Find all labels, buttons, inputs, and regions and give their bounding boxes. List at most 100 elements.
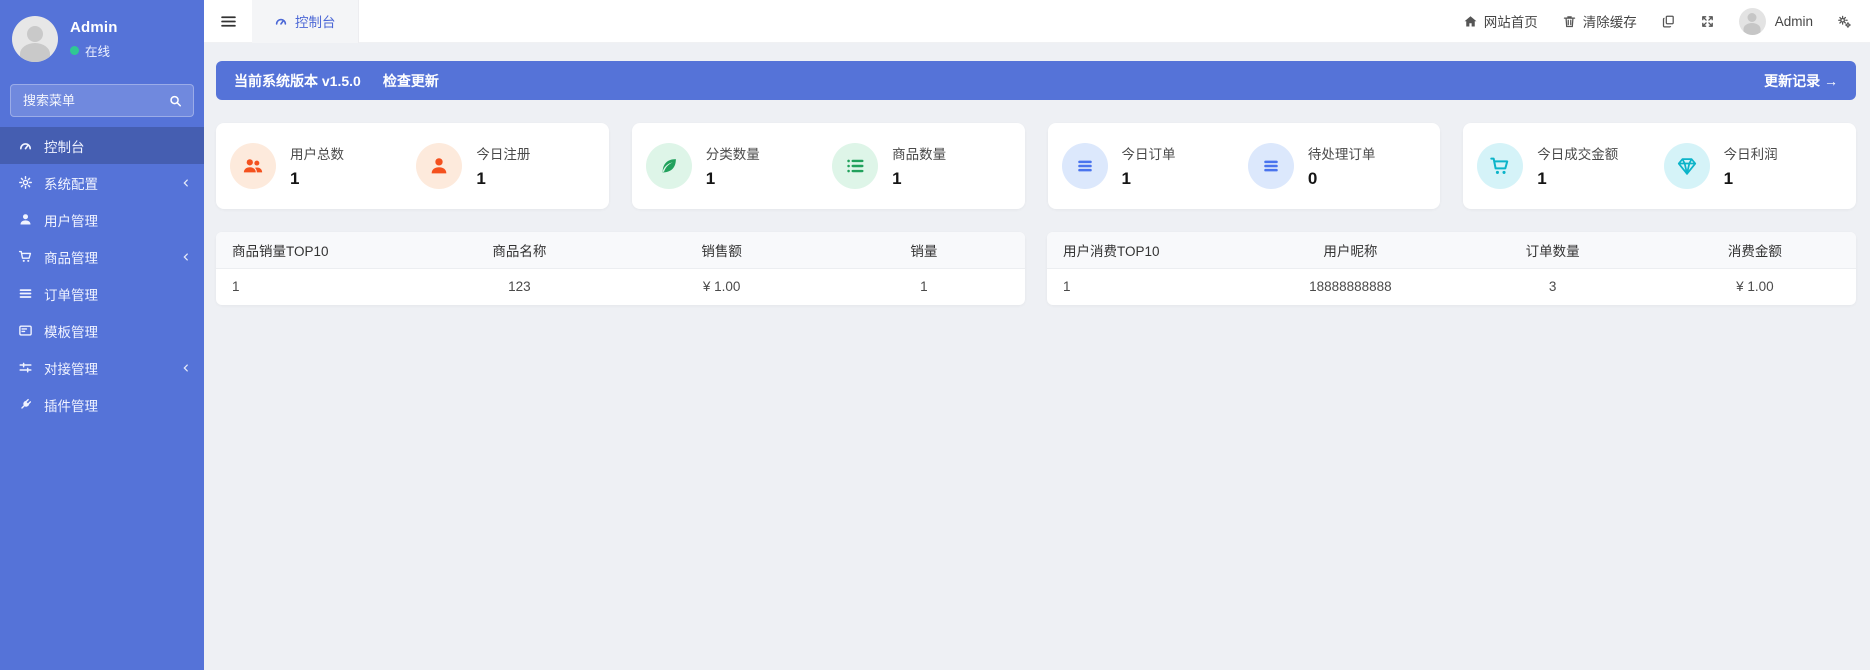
cell-sales-count: 1 bbox=[920, 279, 928, 295]
stat-today-orders: 今日订单 1 bbox=[1061, 143, 1248, 189]
table-row: 1 18888888888 3 ¥ 1.00 bbox=[1047, 268, 1856, 305]
sidebar-item-label: 商品管理 bbox=[44, 250, 98, 266]
stat-today-profit: 今日利润 1 bbox=[1663, 143, 1850, 189]
user-icon bbox=[416, 143, 463, 189]
clear-cache-label: 清除缓存 bbox=[1582, 15, 1637, 30]
stat-label: 今日订单 bbox=[1121, 147, 1176, 162]
column-header: 消费金额 bbox=[1653, 232, 1856, 269]
list-icon bbox=[18, 286, 33, 301]
stat-value: 0 bbox=[1307, 169, 1318, 188]
stat-category-count: 分类数量 1 bbox=[645, 143, 832, 189]
stat-value: 1 bbox=[1121, 169, 1131, 188]
top-navbar: 控制台 网站首页 清除缓存 Admin bbox=[204, 0, 1870, 43]
search-icon[interactable] bbox=[168, 93, 183, 108]
sidebar-item-user-management[interactable]: 用户管理 bbox=[0, 201, 204, 238]
profile-name: Admin bbox=[70, 18, 118, 36]
column-header: 销售额 bbox=[620, 232, 823, 269]
online-status: 在线 bbox=[70, 41, 118, 60]
sidebar-item-product-management[interactable]: 商品管理 bbox=[0, 238, 204, 275]
site-home-label: 网站首页 bbox=[1483, 15, 1538, 30]
stat-card-users: 用户总数 1 今日注册 1 bbox=[216, 123, 609, 209]
changelog-link[interactable]: 更新记录 → bbox=[1764, 71, 1838, 91]
stat-card-revenue: 今日成交金额 1 今日利润 1 bbox=[1463, 123, 1856, 209]
stat-today-turnover: 今日成交金额 1 bbox=[1477, 143, 1663, 189]
sidebar-item-system-config[interactable]: 系统配置 bbox=[0, 164, 204, 201]
hamburger-menu-icon[interactable] bbox=[204, 0, 252, 43]
menu-lines-icon bbox=[1061, 143, 1108, 189]
site-home-link[interactable]: 网站首页 bbox=[1463, 11, 1538, 31]
sidebar: Admin 在线 控制台 bbox=[0, 0, 204, 670]
main-content: 当前系统版本 v1.5.0 检查更新 更新记录 → 用户总数 1 今日注册 1 … bbox=[204, 43, 1870, 670]
chevron-left-icon bbox=[181, 252, 191, 262]
sidebar-menu: 控制台 系统配置 用户管理 商品管理 订单管理 模板管理 对接管理 插件管理 bbox=[0, 127, 204, 423]
stat-card-orders: 今日订单 1 待处理订单 0 bbox=[1047, 123, 1441, 209]
stat-pending-orders: 待处理订单 0 bbox=[1247, 143, 1434, 189]
chevron-left-icon bbox=[181, 363, 191, 373]
cell-spend-amount: ¥ 1.00 bbox=[1736, 279, 1774, 295]
stat-label: 用户总数 bbox=[290, 147, 344, 162]
stat-value: 1 bbox=[892, 169, 902, 188]
sidebar-item-template-management[interactable]: 模板管理 bbox=[0, 312, 204, 349]
check-update-link[interactable]: 检查更新 bbox=[383, 71, 439, 91]
sidebar-item-plugin-management[interactable]: 插件管理 bbox=[0, 386, 204, 423]
dashboard-icon bbox=[18, 138, 33, 153]
stat-label: 今日注册 bbox=[476, 147, 531, 162]
sliders-icon bbox=[18, 360, 33, 375]
sidebar-item-label: 订单管理 bbox=[44, 287, 98, 303]
sidebar-item-integration-management[interactable]: 对接管理 bbox=[0, 349, 204, 386]
cell-user-nickname: 18888888888 bbox=[1309, 279, 1392, 295]
menu-lines-icon bbox=[1247, 143, 1294, 189]
cell-rank: 1 bbox=[232, 279, 240, 295]
cart-icon bbox=[1477, 143, 1524, 189]
stat-card-catalog: 分类数量 1 商品数量 1 bbox=[631, 123, 1025, 209]
sidebar-item-dashboard[interactable]: 控制台 bbox=[0, 127, 204, 164]
refresh-page-icon[interactable] bbox=[1661, 14, 1676, 29]
cell-order-count: 3 bbox=[1548, 279, 1557, 295]
user-top10-table: 用户消费TOP10 用户昵称 订单数量 消费金额 1 18888888888 3… bbox=[1047, 232, 1856, 305]
sidebar-profile: Admin 在线 bbox=[0, 0, 204, 76]
gem-icon bbox=[1663, 143, 1710, 189]
user-menu[interactable]: Admin bbox=[1738, 7, 1813, 35]
column-header: 销量 bbox=[822, 232, 1025, 269]
stat-label: 分类数量 bbox=[705, 147, 760, 162]
product-top10-table: 商品销量TOP10 商品名称 销售额 销量 1 123 ¥ 1.00 1 bbox=[216, 232, 1025, 305]
online-status-label: 在线 bbox=[85, 44, 111, 59]
avatar bbox=[12, 16, 58, 62]
top10-tables: 商品销量TOP10 商品名称 销售额 销量 1 123 ¥ 1.00 1 用户消… bbox=[216, 232, 1856, 305]
column-header: 订单数量 bbox=[1451, 232, 1654, 269]
sidebar-item-label: 控制台 bbox=[44, 139, 85, 155]
search-input[interactable] bbox=[10, 84, 194, 117]
stat-value: 1 bbox=[1723, 169, 1734, 188]
cell-sales-amount: ¥ 1.00 bbox=[702, 279, 741, 295]
settings-cogs-icon[interactable] bbox=[1837, 14, 1852, 29]
stat-cards: 用户总数 1 今日注册 1 分类数量 1 商品数量 1 今日订单 1 待处理订单… bbox=[216, 123, 1856, 209]
sidebar-item-label: 对接管理 bbox=[44, 361, 98, 377]
table-header-row: 商品销量TOP10 商品名称 销售额 销量 bbox=[216, 232, 1025, 269]
version-text: 当前系统版本 v1.5.0 bbox=[234, 72, 361, 89]
clear-cache-link[interactable]: 清除缓存 bbox=[1562, 11, 1637, 31]
username-label: Admin bbox=[1774, 13, 1813, 29]
table-title: 商品销量TOP10 bbox=[216, 232, 419, 269]
stat-label: 今日利润 bbox=[1723, 147, 1778, 162]
leaf-icon bbox=[645, 143, 692, 189]
dashboard-icon bbox=[274, 14, 288, 28]
trash-icon bbox=[1563, 15, 1575, 27]
plugin-icon bbox=[18, 397, 33, 412]
cell-rank: 1 bbox=[1063, 279, 1071, 295]
stat-total-users: 用户总数 1 bbox=[230, 143, 416, 189]
sidebar-item-label: 插件管理 bbox=[44, 398, 98, 414]
sidebar-item-order-management[interactable]: 订单管理 bbox=[0, 275, 204, 312]
stat-label: 今日成交金额 bbox=[1537, 147, 1619, 162]
sidebar-item-label: 系统配置 bbox=[44, 176, 98, 192]
fullscreen-icon[interactable] bbox=[1700, 14, 1715, 29]
gear-icon bbox=[18, 175, 33, 190]
table-row: 1 123 ¥ 1.00 1 bbox=[216, 268, 1025, 305]
user-icon bbox=[18, 212, 33, 227]
tab-dashboard[interactable]: 控制台 bbox=[252, 0, 359, 43]
stat-label: 商品数量 bbox=[892, 147, 947, 162]
stat-product-count: 商品数量 1 bbox=[832, 143, 1018, 189]
stat-value: 1 bbox=[290, 169, 300, 188]
version-banner: 当前系统版本 v1.5.0 检查更新 更新记录 → bbox=[216, 61, 1856, 100]
home-icon bbox=[1464, 15, 1477, 26]
list-check-icon bbox=[832, 143, 879, 189]
